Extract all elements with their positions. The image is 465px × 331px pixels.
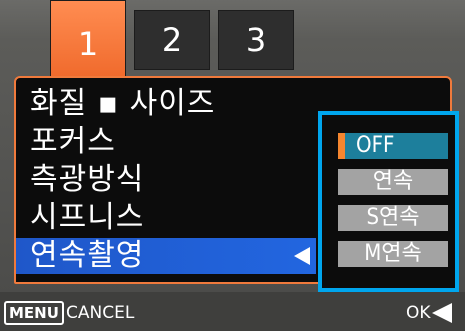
camera-menu-screen: 1 2 3 화질 ▪ 사이즈 포커스 측광방식 시프니스 연속촬영 OFF 연속… [0, 0, 465, 331]
option-off[interactable]: OFF [338, 133, 448, 159]
tab-strip: 1 2 3 [50, 0, 294, 78]
option-continuous[interactable]: 연속 [338, 169, 448, 195]
menu-key-button[interactable]: MENU [4, 301, 64, 325]
ok-label: OK [406, 303, 431, 323]
option-m-continuous[interactable]: M연속 [338, 241, 448, 267]
menu-item-sharpness[interactable]: 시프니스 [30, 200, 144, 236]
cancel-label: CANCEL [66, 303, 135, 323]
option-s-continuous[interactable]: S연속 [338, 205, 448, 231]
left-arrow-icon[interactable] [432, 303, 452, 323]
menu-item-focus[interactable]: 포커스 [30, 124, 116, 160]
tab-2[interactable]: 2 [134, 10, 210, 70]
menu-item-continuous[interactable]: 연속촬영 [16, 238, 316, 274]
options-panel: OFF 연속 S연속 M연속 [318, 111, 459, 292]
menu-item-continuous-label: 연속촬영 [30, 238, 145, 273]
footer-bar: MENU CANCEL OK [0, 292, 465, 331]
left-arrow-icon [294, 247, 310, 265]
tab-1[interactable]: 1 [50, 0, 126, 78]
menu-item-metering[interactable]: 측광방식 [30, 162, 144, 198]
tab-3[interactable]: 3 [218, 10, 294, 70]
menu-item-quality-size[interactable]: 화질 ▪ 사이즈 [30, 86, 215, 122]
